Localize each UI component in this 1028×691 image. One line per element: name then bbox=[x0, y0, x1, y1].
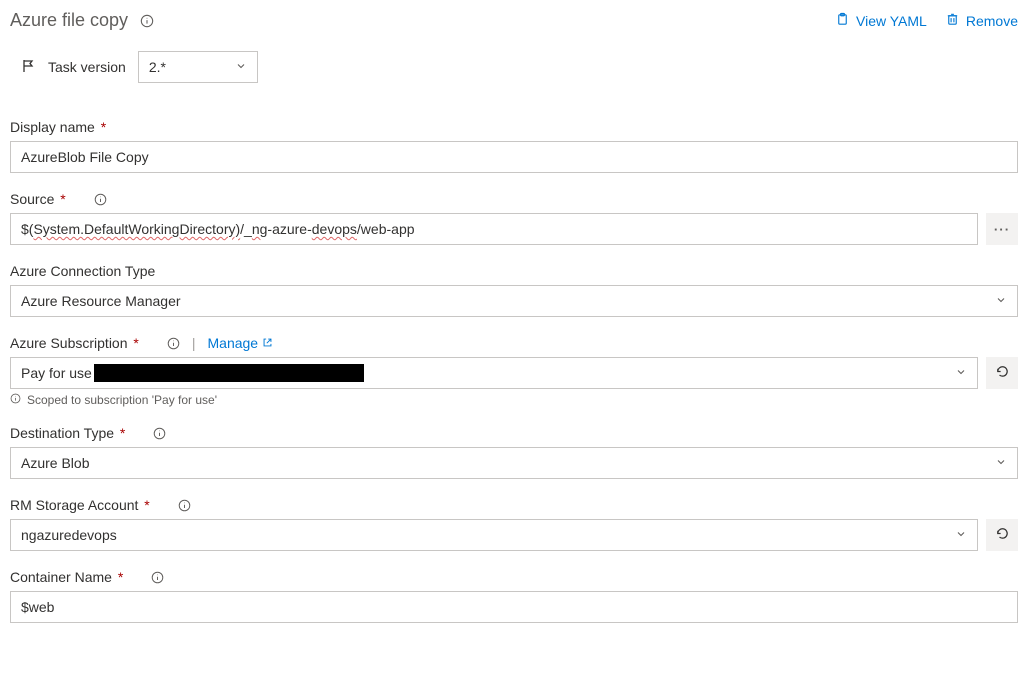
task-version-value: 2.* bbox=[149, 59, 166, 75]
display-name-label: Display name * bbox=[10, 119, 106, 135]
chevron-down-icon bbox=[235, 59, 247, 75]
refresh-button[interactable] bbox=[986, 519, 1018, 551]
connection-type-select[interactable]: Azure Resource Manager bbox=[10, 285, 1018, 317]
info-icon bbox=[10, 393, 21, 407]
subscription-select[interactable]: Pay for use bbox=[10, 357, 978, 389]
chevron-down-icon bbox=[995, 293, 1007, 309]
storage-account-label: RM Storage Account * bbox=[10, 497, 150, 513]
source-input[interactable]: $(System.DefaultWorkingDirectory)/_ng-az… bbox=[10, 213, 978, 245]
info-icon bbox=[167, 337, 180, 350]
subscription-label: Azure Subscription * bbox=[10, 335, 139, 351]
task-version-label: Task version bbox=[48, 59, 126, 75]
destination-type-label: Destination Type * bbox=[10, 425, 125, 441]
refresh-button[interactable] bbox=[986, 357, 1018, 389]
divider: | bbox=[192, 335, 196, 351]
display-name-input[interactable] bbox=[10, 141, 1018, 173]
source-label: Source * bbox=[10, 191, 66, 207]
flag-icon bbox=[20, 58, 36, 77]
connection-type-label: Azure Connection Type bbox=[10, 263, 155, 279]
remove-label: Remove bbox=[966, 13, 1018, 29]
info-icon bbox=[151, 571, 164, 584]
clipboard-icon bbox=[835, 12, 850, 30]
subscription-scope-hint: Scoped to subscription 'Pay for use' bbox=[27, 393, 217, 407]
info-icon bbox=[178, 499, 191, 512]
ellipsis-icon: ··· bbox=[994, 222, 1010, 237]
task-version-select[interactable]: 2.* bbox=[138, 51, 258, 83]
manage-label: Manage bbox=[208, 335, 259, 351]
info-icon bbox=[140, 14, 154, 28]
connection-type-value: Azure Resource Manager bbox=[21, 293, 181, 309]
manage-link[interactable]: Manage bbox=[208, 335, 274, 351]
chevron-down-icon bbox=[955, 365, 967, 381]
browse-button[interactable]: ··· bbox=[986, 213, 1018, 245]
refresh-icon bbox=[995, 526, 1010, 544]
view-yaml-link[interactable]: View YAML bbox=[835, 12, 927, 30]
page-title: Azure file copy bbox=[10, 10, 128, 31]
chevron-down-icon bbox=[995, 455, 1007, 471]
destination-type-select[interactable]: Azure Blob bbox=[10, 447, 1018, 479]
remove-link[interactable]: Remove bbox=[945, 12, 1018, 30]
refresh-icon bbox=[995, 364, 1010, 382]
subscription-value-prefix: Pay for use bbox=[21, 365, 92, 381]
storage-account-value: ngazuredevops bbox=[21, 527, 117, 543]
external-link-icon bbox=[262, 335, 273, 351]
info-icon bbox=[94, 193, 107, 206]
trash-icon bbox=[945, 12, 960, 30]
container-name-label: Container Name * bbox=[10, 569, 123, 585]
redacted-block bbox=[94, 364, 364, 382]
storage-account-select[interactable]: ngazuredevops bbox=[10, 519, 978, 551]
chevron-down-icon bbox=[955, 527, 967, 543]
view-yaml-label: View YAML bbox=[856, 13, 927, 29]
container-name-input[interactable] bbox=[10, 591, 1018, 623]
destination-type-value: Azure Blob bbox=[21, 455, 89, 471]
info-icon bbox=[153, 427, 166, 440]
